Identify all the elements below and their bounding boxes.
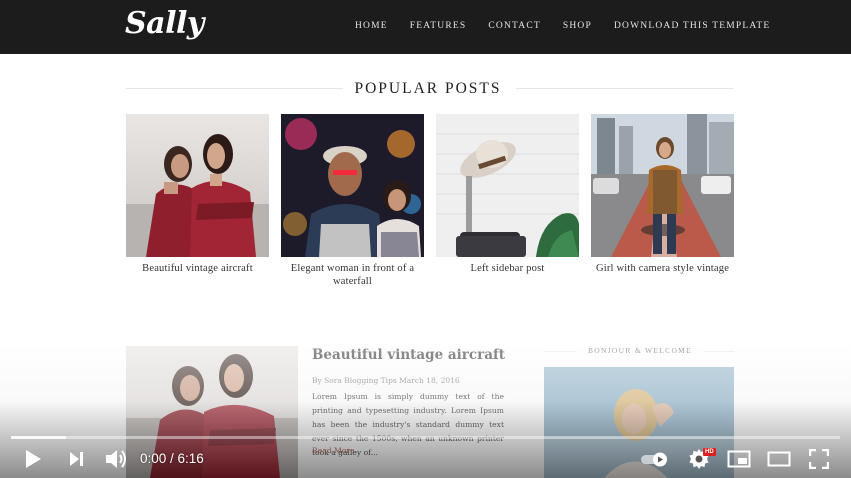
play-button[interactable] bbox=[20, 446, 46, 472]
divider-right bbox=[516, 88, 734, 89]
divider-left bbox=[126, 88, 343, 89]
miniplayer-icon bbox=[727, 450, 751, 468]
post-thumbnail[interactable] bbox=[126, 114, 269, 257]
next-button[interactable] bbox=[63, 446, 89, 472]
sidebar-divider-right bbox=[704, 351, 734, 352]
fullscreen-button[interactable] bbox=[806, 446, 832, 472]
volume-button[interactable] bbox=[101, 446, 131, 472]
post-caption[interactable]: Beautiful vintage aircraft bbox=[126, 262, 269, 275]
post-thumbnail[interactable] bbox=[281, 114, 424, 257]
nav-shop[interactable]: SHOP bbox=[563, 21, 592, 31]
miniplayer-button[interactable] bbox=[726, 446, 752, 472]
post-caption[interactable]: Left sidebar post bbox=[436, 262, 579, 275]
hd-badge: HD bbox=[703, 448, 716, 456]
post-thumbnail[interactable] bbox=[436, 114, 579, 257]
site-logo[interactable]: Sally bbox=[125, 6, 204, 41]
nav-download-template[interactable]: DOWNLOAD THIS TEMPLATE bbox=[614, 21, 770, 31]
sidebar-divider-left bbox=[544, 351, 576, 352]
buffered-bar bbox=[11, 436, 66, 439]
popular-post-card[interactable]: Girl with camera style vintage bbox=[591, 114, 734, 275]
volume-icon bbox=[106, 450, 126, 468]
nav-home[interactable]: HOME bbox=[355, 21, 388, 31]
theater-icon bbox=[767, 451, 791, 467]
time-display: 0:00 / 6:16 bbox=[140, 451, 204, 466]
popular-post-card[interactable]: Beautiful vintage aircraft bbox=[126, 114, 269, 275]
post-caption[interactable]: Girl with camera style vintage bbox=[591, 262, 734, 275]
popular-post-card[interactable]: Elegant woman in front of a waterfall bbox=[281, 114, 424, 288]
nav-features[interactable]: FEATURES bbox=[410, 21, 467, 31]
post-thumbnail[interactable] bbox=[591, 114, 734, 257]
popular-post-card[interactable]: Left sidebar post bbox=[436, 114, 579, 275]
progress-bar[interactable] bbox=[11, 436, 840, 439]
post-caption[interactable]: Elegant woman in front of a waterfall bbox=[281, 262, 424, 288]
read-more-link[interactable]: Read More bbox=[312, 446, 355, 455]
nav-contact[interactable]: CONTACT bbox=[488, 21, 541, 31]
site-header: Sally HOME FEATURES CONTACT SHOP DOWNLOA… bbox=[0, 0, 851, 54]
sidebar-heading: BONJOUR & WELCOME bbox=[587, 346, 693, 355]
fullscreen-icon bbox=[809, 449, 829, 469]
main-post-title[interactable]: Beautiful vintage aircraft bbox=[312, 347, 505, 363]
theater-mode-button[interactable] bbox=[765, 446, 793, 472]
main-nav: HOME FEATURES CONTACT SHOP DOWNLOAD THIS… bbox=[355, 21, 792, 31]
main-post-meta: By Sora Blogging Tips March 18, 2016 bbox=[312, 376, 460, 385]
next-icon bbox=[70, 452, 83, 466]
play-icon bbox=[26, 450, 41, 468]
autoplay-toggle-icon bbox=[641, 452, 667, 467]
autoplay-toggle[interactable] bbox=[640, 446, 670, 472]
popular-posts-heading: POPULAR POSTS bbox=[354, 80, 502, 97]
